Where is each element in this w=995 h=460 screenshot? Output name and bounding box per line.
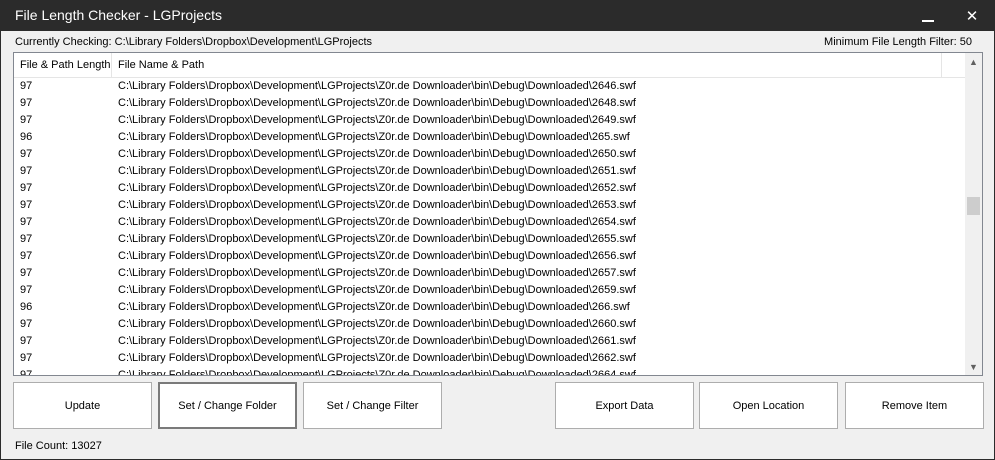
cell-path: C:\Library Folders\Dropbox\Development\L…	[118, 182, 636, 194]
cell-path: C:\Library Folders\Dropbox\Development\L…	[118, 352, 636, 364]
table-row[interactable]: 97 C:\Library Folders\Dropbox\Development…	[14, 146, 966, 163]
window-title: File Length Checker - LGProjects	[15, 7, 222, 23]
cell-length: 97	[20, 199, 33, 211]
column-header-length[interactable]: File & Path Length	[14, 53, 112, 78]
update-button[interactable]: Update	[13, 382, 152, 429]
set-change-folder-button[interactable]: Set / Change Folder	[158, 382, 297, 429]
vertical-scrollbar[interactable]: ▲ ▼	[965, 53, 982, 375]
file-list[interactable]: File & Path Length File Name & Path 97 C:…	[13, 52, 983, 376]
close-icon: ✕	[965, 7, 979, 25]
chevron-down-icon: ▼	[969, 361, 978, 372]
cell-length: 97	[20, 250, 33, 262]
cell-length: 96	[20, 301, 33, 313]
cell-length: 97	[20, 335, 33, 347]
cell-length: 97	[20, 97, 33, 109]
cell-length: 96	[20, 131, 33, 143]
cell-length: 97	[20, 114, 33, 126]
title-bar[interactable]: File Length Checker - LGProjects ✕	[1, 1, 994, 31]
cell-length: 97	[20, 80, 33, 92]
set-change-filter-button[interactable]: Set / Change Filter	[303, 382, 442, 429]
table-row[interactable]: 97 C:\Library Folders\Dropbox\Development…	[14, 95, 966, 112]
table-row[interactable]: 97 C:\Library Folders\Dropbox\Development…	[14, 333, 966, 350]
scrollbar-thumb[interactable]	[967, 197, 980, 215]
cell-path: C:\Library Folders\Dropbox\Development\L…	[118, 335, 636, 347]
table-row[interactable]: 97 C:\Library Folders\Dropbox\Development…	[14, 350, 966, 367]
cell-path: C:\Library Folders\Dropbox\Development\L…	[118, 114, 636, 126]
table-row[interactable]: 97 C:\Library Folders\Dropbox\Development…	[14, 163, 966, 180]
app-window: File Length Checker - LGProjects ✕ Curre…	[0, 0, 995, 460]
cell-length: 97	[20, 148, 33, 160]
export-data-button[interactable]: Export Data	[555, 382, 694, 429]
close-button[interactable]: ✕	[950, 1, 994, 31]
cell-path: C:\Library Folders\Dropbox\Development\L…	[118, 301, 630, 313]
table-row[interactable]: 97 C:\Library Folders\Dropbox\Development…	[14, 214, 966, 231]
cell-path: C:\Library Folders\Dropbox\Development\L…	[118, 80, 636, 92]
cell-length: 97	[20, 233, 33, 245]
remove-item-button[interactable]: Remove Item	[845, 382, 984, 429]
table-row[interactable]: 97 C:\Library Folders\Dropbox\Development…	[14, 282, 966, 299]
minimize-icon	[922, 20, 934, 22]
table-row[interactable]: 97 C:\Library Folders\Dropbox\Development…	[14, 265, 966, 282]
chevron-up-icon: ▲	[969, 56, 978, 67]
scroll-down-button[interactable]: ▼	[965, 358, 982, 375]
cell-path: C:\Library Folders\Dropbox\Development\L…	[118, 216, 636, 228]
cell-length: 97	[20, 318, 33, 330]
cell-length: 97	[20, 165, 33, 177]
cell-path: C:\Library Folders\Dropbox\Development\L…	[118, 97, 636, 109]
current-folder-label: Currently Checking: C:\Library Folders\D…	[15, 36, 373, 48]
cell-length: 97	[20, 182, 33, 194]
cell-path: C:\Library Folders\Dropbox\Development\L…	[118, 131, 630, 143]
table-row[interactable]: 97 C:\Library Folders\Dropbox\Development…	[14, 112, 966, 129]
cell-path: C:\Library Folders\Dropbox\Development\L…	[118, 250, 636, 262]
column-header-path[interactable]: File Name & Path	[112, 53, 942, 78]
table-row[interactable]: 97 C:\Library Folders\Dropbox\Development…	[14, 316, 966, 333]
cell-length: 97	[20, 369, 33, 376]
table-row[interactable]: 96 C:\Library Folders\Dropbox\Development…	[14, 129, 966, 146]
scroll-up-button[interactable]: ▲	[965, 53, 982, 70]
table-row[interactable]: 96 C:\Library Folders\Dropbox\Development…	[14, 299, 966, 316]
table-row[interactable]: 97 C:\Library Folders\Dropbox\Development…	[14, 231, 966, 248]
filter-label: Minimum File Length Filter: 50	[824, 36, 972, 48]
minimize-button[interactable]	[906, 1, 950, 31]
cell-path: C:\Library Folders\Dropbox\Development\L…	[118, 284, 636, 296]
cell-length: 97	[20, 216, 33, 228]
file-count-label: File Count: 13027	[15, 440, 102, 452]
cell-path: C:\Library Folders\Dropbox\Development\L…	[118, 199, 636, 211]
cell-path: C:\Library Folders\Dropbox\Development\L…	[118, 233, 636, 245]
cell-path: C:\Library Folders\Dropbox\Development\L…	[118, 148, 636, 160]
cell-path: C:\Library Folders\Dropbox\Development\L…	[118, 318, 636, 330]
cell-path: C:\Library Folders\Dropbox\Development\L…	[118, 369, 636, 376]
cell-length: 97	[20, 284, 33, 296]
list-body: 97 C:\Library Folders\Dropbox\Development…	[14, 78, 966, 376]
table-row[interactable]: 97 C:\Library Folders\Dropbox\Development…	[14, 197, 966, 214]
table-row[interactable]: 97 C:\Library Folders\Dropbox\Development…	[14, 180, 966, 197]
cell-path: C:\Library Folders\Dropbox\Development\L…	[118, 165, 636, 177]
cell-path: C:\Library Folders\Dropbox\Development\L…	[118, 267, 636, 279]
cell-length: 97	[20, 267, 33, 279]
table-row[interactable]: 97 C:\Library Folders\Dropbox\Development…	[14, 367, 966, 376]
table-row[interactable]: 97 C:\Library Folders\Dropbox\Development…	[14, 248, 966, 265]
cell-length: 97	[20, 352, 33, 364]
open-location-button[interactable]: Open Location	[699, 382, 838, 429]
list-header: File & Path Length File Name & Path	[14, 53, 966, 78]
table-row[interactable]: 97 C:\Library Folders\Dropbox\Development…	[14, 78, 966, 95]
